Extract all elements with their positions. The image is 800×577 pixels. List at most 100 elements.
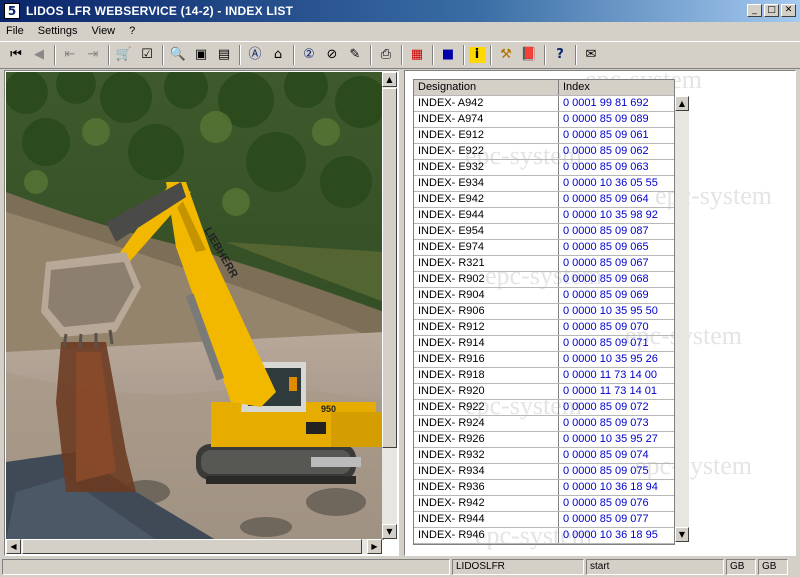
table-vertical-scrollbar[interactable]: ▲ ▼ [675, 96, 689, 542]
index-cell[interactable]: 0 0000 10 36 05 55 [559, 176, 674, 191]
index-cell[interactable]: 0 0000 85 09 089 [559, 112, 674, 127]
table-row[interactable]: INDEX- R902 0 0000 85 09 068 [414, 272, 674, 288]
tools-icon[interactable]: ⚒ [496, 45, 516, 65]
column-header-index[interactable]: Index [559, 80, 674, 95]
scroll-thumb[interactable] [382, 88, 397, 448]
back-icon[interactable]: ⇤ [60, 45, 80, 65]
table-row[interactable]: INDEX- R926 0 0000 10 35 95 27 [414, 432, 674, 448]
scroll-left-arrow-icon[interactable]: ◀ [6, 539, 21, 554]
index-cell[interactable]: 0 0000 85 09 063 [559, 160, 674, 175]
table-row[interactable]: INDEX- E922 0 0000 85 09 062 [414, 144, 674, 160]
table-row[interactable]: INDEX- E944 0 0000 10 35 98 92 [414, 208, 674, 224]
grid-icon[interactable]: ▦ [407, 45, 427, 65]
image-vertical-scrollbar[interactable]: ▲ ▼ [382, 72, 397, 539]
edit-icon[interactable]: ✎ [345, 45, 365, 65]
index-cell[interactable]: 0 0000 85 09 065 [559, 240, 674, 255]
index-cell[interactable]: 0 0000 85 09 070 [559, 320, 674, 335]
index-cell[interactable]: 0 0000 85 09 076 [559, 496, 674, 511]
forward-icon[interactable]: ⇥ [83, 45, 103, 65]
table-row[interactable]: INDEX- E912 0 0000 85 09 061 [414, 128, 674, 144]
scroll-down-arrow-icon[interactable]: ▼ [675, 527, 689, 542]
print-icon[interactable]: ⎙ [376, 45, 396, 65]
table-row[interactable]: INDEX- R918 0 0000 11 73 14 00 [414, 368, 674, 384]
table-row[interactable]: INDEX- E974 0 0000 85 09 065 [414, 240, 674, 256]
table-row[interactable]: INDEX- R914 0 0000 85 09 071 [414, 336, 674, 352]
menu-settings[interactable]: Settings [38, 25, 78, 37]
index-cell[interactable]: 0 0000 85 09 077 [559, 512, 674, 527]
image-pane[interactable]: LIEBHERR 950 ▲ ▼ ◀ ▶ [4, 70, 399, 556]
search-home-icon[interactable]: ⌂ [268, 45, 288, 65]
image-horizontal-scrollbar[interactable]: ◀ ▶ [6, 539, 382, 554]
search-2-icon[interactable]: ⊘ [322, 45, 342, 65]
index-cell[interactable]: 0 0000 11 73 14 00 [559, 368, 674, 383]
index-cell[interactable]: 0 0000 85 09 061 [559, 128, 674, 143]
scroll-up-arrow-icon[interactable]: ▲ [675, 96, 689, 111]
table-row[interactable]: INDEX- E932 0 0000 85 09 063 [414, 160, 674, 176]
index-cell[interactable]: 0 0000 85 09 087 [559, 224, 674, 239]
index-cell[interactable]: 0 0000 10 36 18 95 [559, 528, 674, 543]
table-row[interactable]: INDEX- R906 0 0000 10 35 95 50 [414, 304, 674, 320]
index-cell[interactable]: 0 0000 85 09 067 [559, 256, 674, 271]
table-row[interactable]: INDEX- R944 0 0000 85 09 077 [414, 512, 674, 528]
table-row[interactable]: INDEX- R922 0 0000 85 09 072 [414, 400, 674, 416]
table-row[interactable]: INDEX- R916 0 0000 10 35 95 26 [414, 352, 674, 368]
scroll-thumb[interactable] [22, 539, 362, 554]
search-a-icon[interactable]: Ⓐ [245, 45, 265, 65]
help-lidos-icon[interactable]: ? [550, 45, 570, 65]
book-icon[interactable]: 📕 [519, 45, 539, 65]
close-button[interactable]: ✕ [781, 4, 796, 17]
index-cell[interactable]: 0 0000 10 36 18 94 [559, 480, 674, 495]
menu-help[interactable]: ? [129, 25, 135, 37]
table-row[interactable]: INDEX- R321 0 0000 85 09 067 [414, 256, 674, 272]
index-cell[interactable]: 0 0000 85 09 069 [559, 288, 674, 303]
index-cell[interactable]: 0 0000 10 35 95 50 [559, 304, 674, 319]
index-cell[interactable]: 0 0000 85 09 068 [559, 272, 674, 287]
scroll-down-arrow-icon[interactable]: ▼ [382, 524, 397, 539]
table-row[interactable]: INDEX- R932 0 0000 85 09 074 [414, 448, 674, 464]
table-row[interactable]: INDEX- R934 0 0000 85 09 075 [414, 464, 674, 480]
zoom-in-icon[interactable]: 🔍 [168, 45, 188, 65]
table-row[interactable]: INDEX- R942 0 0000 85 09 076 [414, 496, 674, 512]
index-cell[interactable]: 0 0000 85 09 072 [559, 400, 674, 415]
table-row[interactable]: INDEX- E954 0 0000 85 09 087 [414, 224, 674, 240]
scroll-up-arrow-icon[interactable]: ▲ [382, 72, 397, 87]
minimize-button[interactable]: _ [747, 4, 762, 17]
table-row[interactable]: INDEX- R946 0 0000 10 36 18 95 [414, 528, 674, 544]
index-cell[interactable]: 0 0000 10 35 95 26 [559, 352, 674, 367]
table-row[interactable]: INDEX- R912 0 0000 85 09 070 [414, 320, 674, 336]
table-row[interactable]: INDEX- R920 0 0000 11 73 14 01 [414, 384, 674, 400]
column-header-designation[interactable]: Designation [414, 80, 559, 95]
checklist-icon[interactable]: ☑ [137, 45, 157, 65]
maximize-button[interactable]: □ [764, 4, 779, 17]
index-cell[interactable]: 0 0000 10 35 98 92 [559, 208, 674, 223]
table-row[interactable]: INDEX- R924 0 0000 85 09 073 [414, 416, 674, 432]
index-cell[interactable]: 0 0000 85 09 075 [559, 464, 674, 479]
index-cell[interactable]: 0 0000 85 09 071 [559, 336, 674, 351]
title-bar[interactable]: 5 LIDOS LFR WEBSERVICE (14-2) - INDEX LI… [0, 0, 800, 22]
index-cell[interactable]: 0 0000 11 73 14 01 [559, 384, 674, 399]
table-row[interactable]: INDEX- A974 0 0000 85 09 089 [414, 112, 674, 128]
index-cell[interactable]: 0 0000 85 09 062 [559, 144, 674, 159]
information-icon[interactable]: i [469, 47, 485, 63]
info-2-icon[interactable]: ② [299, 45, 319, 65]
table-row[interactable]: INDEX- R904 0 0000 85 09 069 [414, 288, 674, 304]
previous-record-icon[interactable]: ◀ [29, 45, 49, 65]
scroll-right-arrow-icon[interactable]: ▶ [367, 539, 382, 554]
index-cell[interactable]: 0 0000 10 35 95 27 [559, 432, 674, 447]
index-cell[interactable]: 0 0000 85 09 074 [559, 448, 674, 463]
index-cell[interactable]: 0 0001 99 81 692 [559, 96, 674, 111]
index-cell[interactable]: 0 0000 85 09 073 [559, 416, 674, 431]
select-icon[interactable]: ■ [438, 45, 458, 65]
index-cell[interactable]: 0 0000 85 09 064 [559, 192, 674, 207]
menu-view[interactable]: View [91, 25, 115, 37]
menu-file[interactable]: File [6, 25, 24, 37]
index-list-pane[interactable]: epc-system epc-system epc-system epc-sys… [404, 70, 796, 556]
table-row[interactable]: INDEX- A942 0 0001 99 81 692 [414, 96, 674, 112]
table-row[interactable]: INDEX- R936 0 0000 10 36 18 94 [414, 480, 674, 496]
table-row[interactable]: INDEX- E942 0 0000 85 09 064 [414, 192, 674, 208]
table-row[interactable]: INDEX- E934 0 0000 10 36 05 55 [414, 176, 674, 192]
first-record-icon[interactable]: ⏮ [6, 45, 26, 65]
mail-icon[interactable]: ✉ [581, 45, 601, 65]
cart-icon[interactable]: 🛒 [114, 45, 134, 65]
page-icon[interactable]: ▤ [214, 45, 234, 65]
